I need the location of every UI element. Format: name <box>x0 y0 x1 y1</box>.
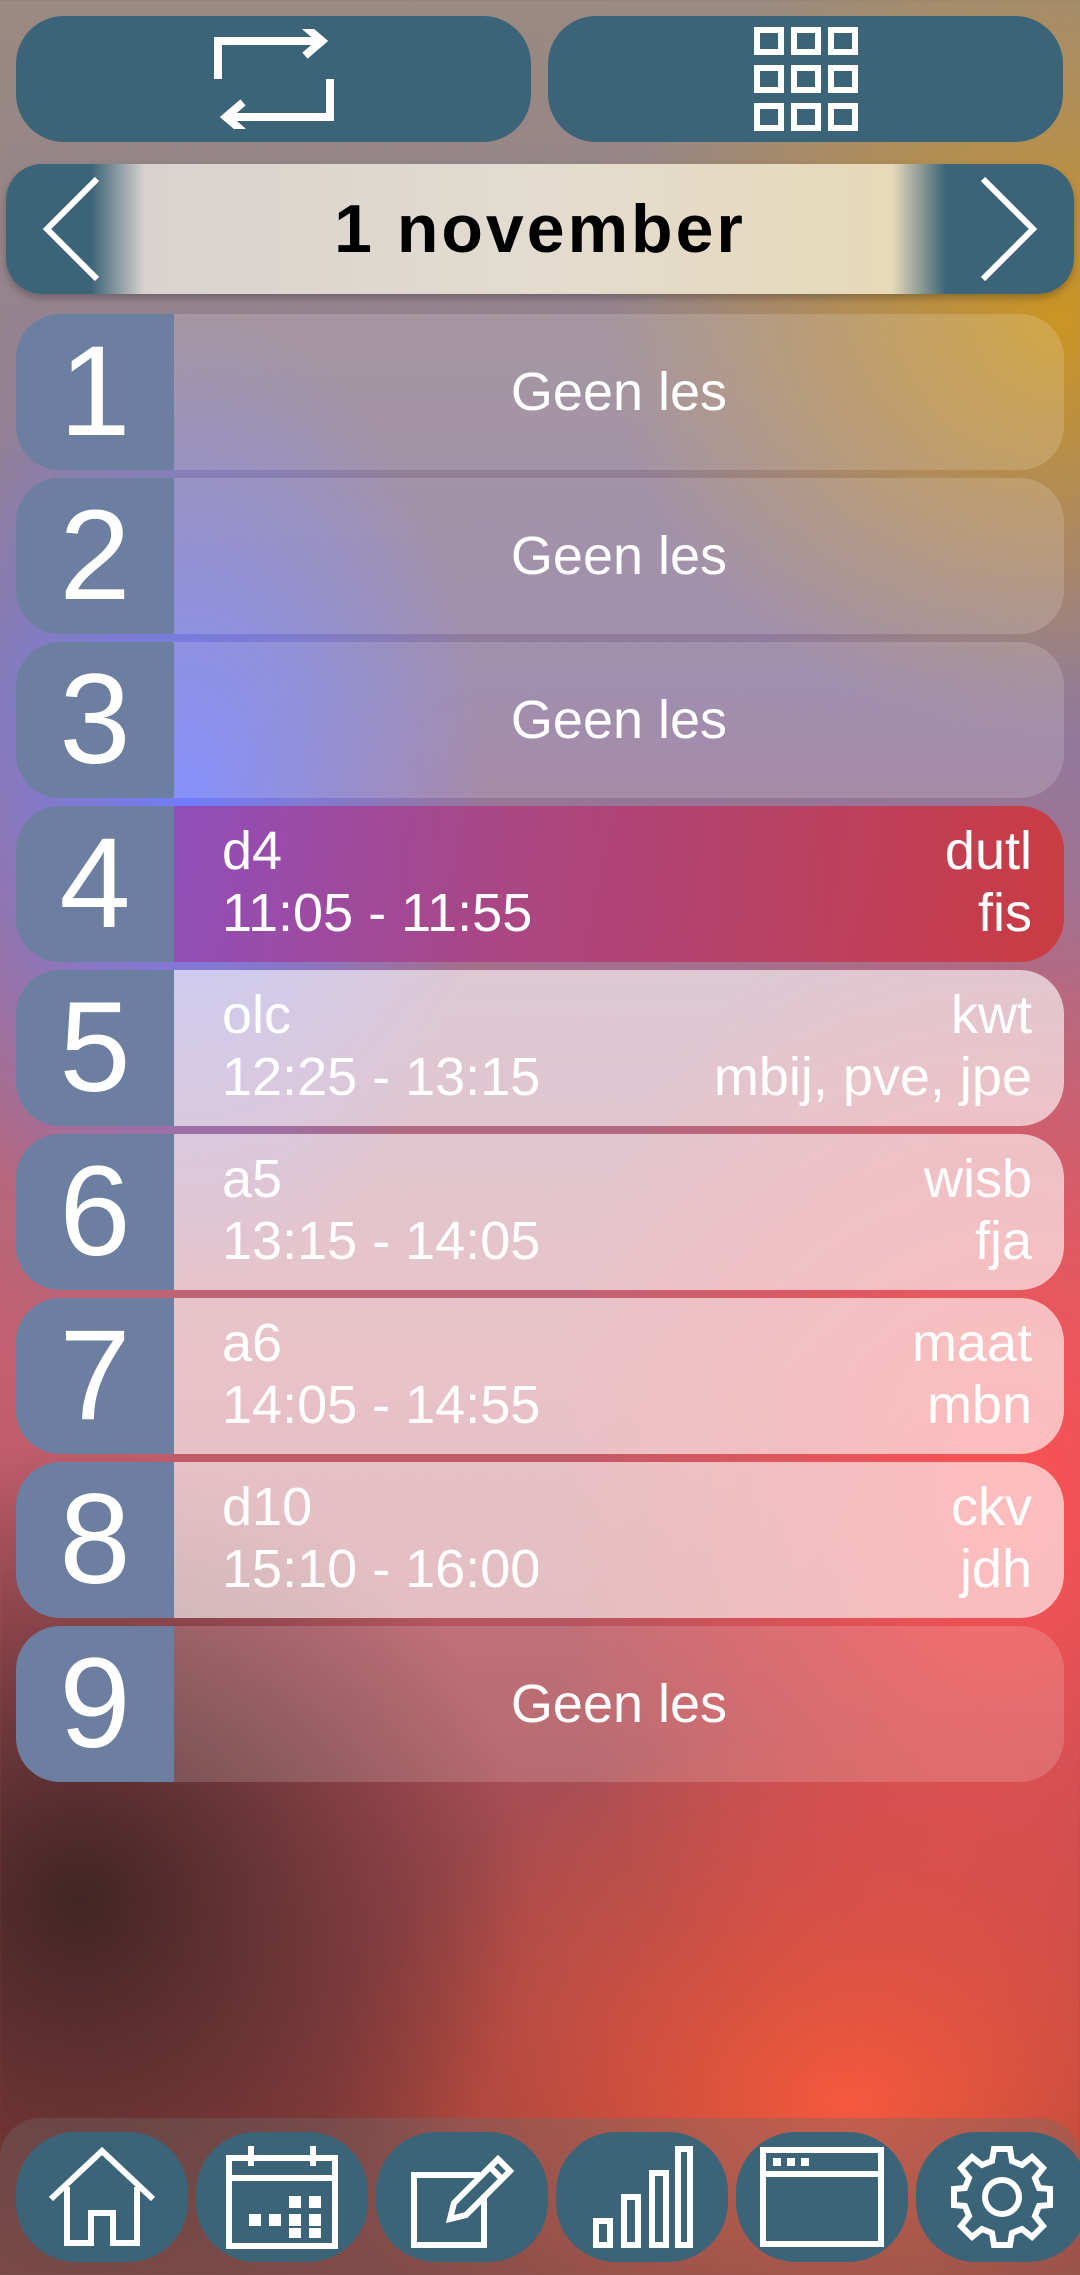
nav-edit-button[interactable] <box>376 2132 548 2262</box>
nav-browser-button[interactable] <box>736 2132 908 2262</box>
lesson-room: a5 <box>222 1149 283 1209</box>
next-day-button[interactable] <box>944 164 1074 294</box>
current-date[interactable]: 1 november <box>136 164 944 294</box>
grid-icon <box>753 27 858 131</box>
no-lesson-label: Geen les <box>510 1674 728 1734</box>
chevron-left-icon <box>41 177 101 281</box>
lesson-row-2[interactable]: 2 Geen les <box>16 478 1064 634</box>
lesson-subject: dutl <box>944 821 1032 881</box>
lesson-time: 11:05 - 11:55 <box>222 883 533 943</box>
lesson-row-8[interactable]: 8 d10 15:10 - 16:00 ckv jdh <box>16 1462 1064 1618</box>
no-lesson-label: Geen les <box>510 690 728 750</box>
previous-day-button[interactable] <box>6 164 136 294</box>
nav-settings-button[interactable] <box>916 2132 1080 2262</box>
repeat-button[interactable] <box>16 16 531 142</box>
lesson-subject: wisb <box>923 1149 1032 1209</box>
lesson-hour: 2 <box>16 478 174 634</box>
lesson-hour: 1 <box>16 314 174 470</box>
lesson-subject: ckv <box>951 1477 1032 1537</box>
lesson-row-5[interactable]: 5 olc 12:25 - 13:15 kwt mbij, pve, jpe <box>16 970 1064 1126</box>
lesson-time: 14:05 - 14:55 <box>222 1375 541 1435</box>
lesson-room: d4 <box>222 821 283 881</box>
lesson-teacher: fis <box>978 883 1032 943</box>
lesson-teacher: mbij, pve, jpe <box>713 1047 1032 1107</box>
lesson-room: d10 <box>222 1477 313 1537</box>
edit-icon <box>410 2145 514 2249</box>
lesson-room: a6 <box>222 1313 283 1373</box>
lesson-hour: 3 <box>16 642 174 798</box>
lesson-subject: kwt <box>951 985 1032 1045</box>
lesson-hour: 8 <box>16 1462 174 1618</box>
nav-calendar-button[interactable] <box>196 2132 368 2262</box>
lesson-subject: maat <box>911 1313 1032 1373</box>
lesson-room: olc <box>222 985 292 1045</box>
lesson-teacher: fja <box>974 1211 1032 1271</box>
nav-statistics-button[interactable] <box>556 2132 728 2262</box>
no-lesson-label: Geen les <box>510 362 728 422</box>
lesson-hour: 9 <box>16 1626 174 1782</box>
settings-icon <box>949 2144 1055 2250</box>
calendar-icon <box>225 2144 339 2250</box>
lesson-row-3[interactable]: 3 Geen les <box>16 642 1064 798</box>
lesson-row-9[interactable]: 9 Geen les <box>16 1626 1064 1782</box>
nav-home-button[interactable] <box>16 2132 188 2262</box>
lesson-time: 12:25 - 13:15 <box>222 1047 541 1107</box>
home-icon <box>47 2147 157 2247</box>
date-bar: 1 november <box>6 164 1074 294</box>
lesson-row-7[interactable]: 7 a6 14:05 - 14:55 maat mbn <box>16 1298 1064 1454</box>
lesson-time: 13:15 - 14:05 <box>222 1211 541 1271</box>
no-lesson-label: Geen les <box>510 526 728 586</box>
grid-view-button[interactable] <box>548 16 1063 142</box>
lesson-hour: 4 <box>16 806 174 962</box>
lesson-row-4[interactable]: 4 d4 11:05 - 11:55 dutl fis <box>16 806 1064 962</box>
lesson-teacher: mbn <box>926 1375 1032 1435</box>
browser-window-icon <box>759 2146 885 2248</box>
lesson-hour: 6 <box>16 1134 174 1290</box>
lesson-hour: 7 <box>16 1298 174 1454</box>
lesson-time: 15:10 - 16:00 <box>222 1539 541 1599</box>
bar-chart-icon <box>590 2145 694 2249</box>
chevron-right-icon <box>979 177 1039 281</box>
lesson-hour: 5 <box>16 970 174 1126</box>
lesson-row-1[interactable]: 1 Geen les <box>16 314 1064 470</box>
lesson-row-6[interactable]: 6 a5 13:15 - 14:05 wisb fja <box>16 1134 1064 1290</box>
repeat-icon <box>212 29 336 129</box>
bottom-navigation <box>0 2118 1080 2275</box>
lesson-teacher: jdh <box>959 1539 1032 1599</box>
